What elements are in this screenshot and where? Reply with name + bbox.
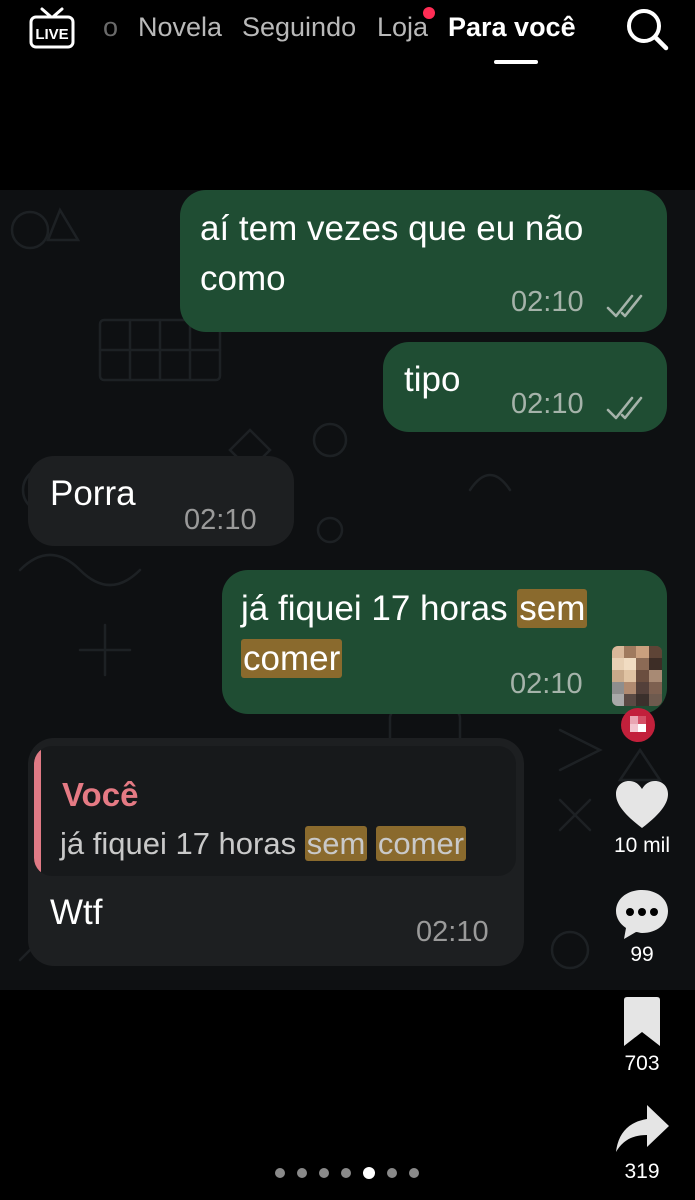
search-highlight: sem [517,589,588,628]
double-check-icon [606,396,643,420]
carousel-dot[interactable] [319,1168,329,1178]
message-text: tipo [404,360,461,399]
message-time: 02:10 [184,504,257,536]
outgoing-message[interactable]: aí tem vezes que eu não como 02:10 [180,190,667,332]
message-text-line: comer [241,634,343,684]
quote-accent-bar [34,746,41,876]
message-text-part: já fiquei 17 horas [241,589,518,628]
tab-novela[interactable]: Novela [138,10,222,44]
tiktok-screen: LIVE o Novela Seguindo Loja Para você aí… [0,0,695,1200]
carousel-dot-active[interactable] [363,1167,375,1179]
search-highlight: comer [375,826,467,861]
notification-dot [423,7,435,19]
message-time: 02:10 [511,286,584,318]
heart-icon[interactable] [613,778,671,834]
live-label: LIVE [35,26,68,43]
message-text: Wtf [50,893,103,932]
carousel-dot[interactable] [409,1168,419,1178]
search-highlight: sem [304,826,368,861]
follow-badge[interactable] [621,708,655,742]
quoted-text: já fiquei 17 horas sem comer [60,826,467,862]
quoted-text-part: já fiquei 17 horas [60,826,305,861]
tab-loja[interactable]: Loja [377,10,428,44]
message-text: aí tem vezes que eu não [200,209,584,248]
double-check-icon [606,294,643,318]
avatar[interactable] [612,646,662,706]
search-highlight: comer [241,639,343,678]
quoted-author: Você [62,776,139,813]
live-tv-icon[interactable]: LIVE [28,6,76,50]
carousel-dot[interactable] [297,1168,307,1178]
tab-seguindo[interactable]: Seguindo [242,10,356,44]
share-icon[interactable] [613,1102,671,1158]
carousel-dot[interactable] [275,1168,285,1178]
message-text: Porra [50,474,136,513]
tab-para-voce[interactable]: Para você [448,10,576,44]
incoming-message[interactable]: Porra 02:10 [28,456,294,546]
comment-count: 99 [630,943,654,966]
top-navigation: LIVE o Novela Seguindo Loja Para você [0,0,695,80]
search-icon[interactable] [624,6,670,52]
outgoing-message[interactable]: já fiquei 17 horas sem comer 02:10 [222,570,667,714]
outgoing-message[interactable]: tipo 02:10 [383,342,667,432]
like-count: 10 mil [613,834,671,857]
carousel-dot[interactable] [341,1168,351,1178]
message-time: 02:10 [510,668,583,700]
bookmark-icon[interactable] [620,996,664,1052]
message-text-continued: como [200,259,286,298]
save-count: 703 [624,1052,660,1075]
active-tab-indicator [494,60,538,64]
incoming-reply-message[interactable]: Você já fiquei 17 horas sem comer Wtf 02… [28,738,524,966]
tab-partial[interactable]: o [103,10,118,44]
chat-screenshot[interactable]: aí tem vezes que eu não como 02:10 tipo … [0,190,695,990]
quoted-message[interactable]: Você já fiquei 17 horas sem comer [34,746,516,876]
carousel-dot[interactable] [387,1168,397,1178]
message-time: 02:10 [511,388,584,420]
carousel-indicator [275,1167,419,1179]
comment-icon[interactable] [613,886,671,942]
message-text: já fiquei 17 horas sem [241,584,588,634]
message-time: 02:10 [416,916,489,948]
share-count: 319 [624,1160,660,1183]
